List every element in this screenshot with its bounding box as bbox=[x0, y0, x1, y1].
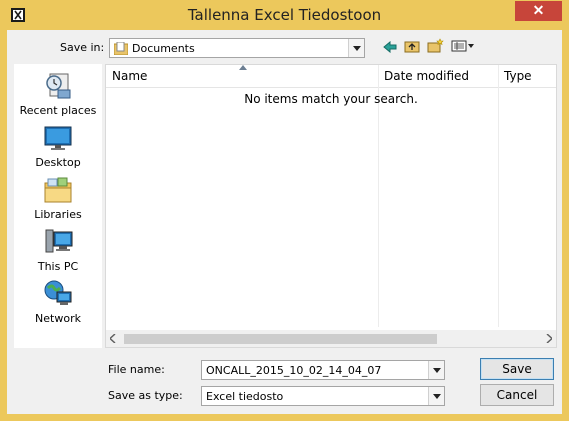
horizontal-scrollbar[interactable] bbox=[106, 330, 556, 347]
place-network[interactable]: Network bbox=[14, 278, 102, 325]
chevron-down-icon bbox=[348, 39, 364, 57]
scroll-right-icon[interactable] bbox=[546, 334, 552, 343]
place-label: Recent places bbox=[19, 104, 97, 117]
file-name-label: File name: bbox=[108, 363, 165, 376]
network-icon bbox=[44, 280, 72, 305]
save-as-type-dropdown[interactable]: Excel tiedosto bbox=[201, 386, 445, 406]
scrollbar-thumb[interactable] bbox=[124, 334, 437, 344]
sort-ascending-icon bbox=[239, 65, 247, 70]
title-bar[interactable]: Tallenna Excel Tiedostoon ✕ bbox=[0, 0, 569, 30]
save-as-type-value: Excel tiedosto bbox=[206, 390, 284, 403]
column-type[interactable]: Type bbox=[498, 65, 558, 87]
save-as-type-label: Save as type: bbox=[108, 389, 183, 402]
places-sidebar: Recent places Desktop Libraries This PC … bbox=[14, 64, 102, 348]
save-in-value: Documents bbox=[132, 42, 195, 55]
save-in-dropdown[interactable]: Documents bbox=[109, 38, 365, 58]
file-name-input[interactable]: ONCALL_2015_10_02_14_04_07 bbox=[201, 360, 445, 380]
place-recent-places[interactable]: Recent places bbox=[14, 70, 102, 117]
file-list[interactable]: Name Date modified Type No items match y… bbox=[105, 64, 557, 348]
view-menu-icon[interactable] bbox=[451, 40, 475, 52]
new-folder-icon[interactable] bbox=[427, 38, 444, 53]
back-icon[interactable] bbox=[383, 41, 397, 53]
this-pc-icon bbox=[45, 229, 73, 253]
save-button[interactable]: Save bbox=[480, 358, 554, 380]
place-desktop[interactable]: Desktop bbox=[14, 122, 102, 169]
place-libraries[interactable]: Libraries bbox=[14, 174, 102, 221]
place-label: Libraries bbox=[34, 208, 82, 221]
desktop-icon bbox=[44, 126, 72, 150]
libraries-icon bbox=[44, 177, 72, 203]
scroll-left-icon[interactable] bbox=[110, 334, 116, 343]
list-header: Name Date modified Type bbox=[106, 65, 556, 88]
save-in-label: Save in: bbox=[60, 41, 105, 54]
dialog-client: Save in: Documents Recent places Desktop… bbox=[7, 30, 562, 414]
chevron-down-icon bbox=[428, 387, 444, 405]
empty-message: No items match your search. bbox=[244, 92, 418, 106]
close-button[interactable]: ✕ bbox=[515, 1, 562, 21]
dialog-window: Tallenna Excel Tiedostoon ✕ Save in: Doc… bbox=[0, 0, 569, 421]
cancel-button[interactable]: Cancel bbox=[480, 384, 554, 406]
file-name-value: ONCALL_2015_10_02_14_04_07 bbox=[206, 364, 382, 377]
column-date-modified[interactable]: Date modified bbox=[378, 65, 498, 87]
recent-places-icon bbox=[46, 73, 71, 99]
up-folder-icon[interactable] bbox=[404, 39, 420, 53]
chevron-down-icon[interactable] bbox=[428, 361, 444, 379]
window-title: Tallenna Excel Tiedostoon bbox=[187, 6, 382, 24]
documents-folder-icon bbox=[114, 42, 128, 55]
place-this-pc[interactable]: This PC bbox=[14, 226, 102, 273]
place-label: Desktop bbox=[35, 156, 81, 169]
place-label: Network bbox=[35, 312, 81, 325]
place-label: This PC bbox=[37, 260, 79, 273]
